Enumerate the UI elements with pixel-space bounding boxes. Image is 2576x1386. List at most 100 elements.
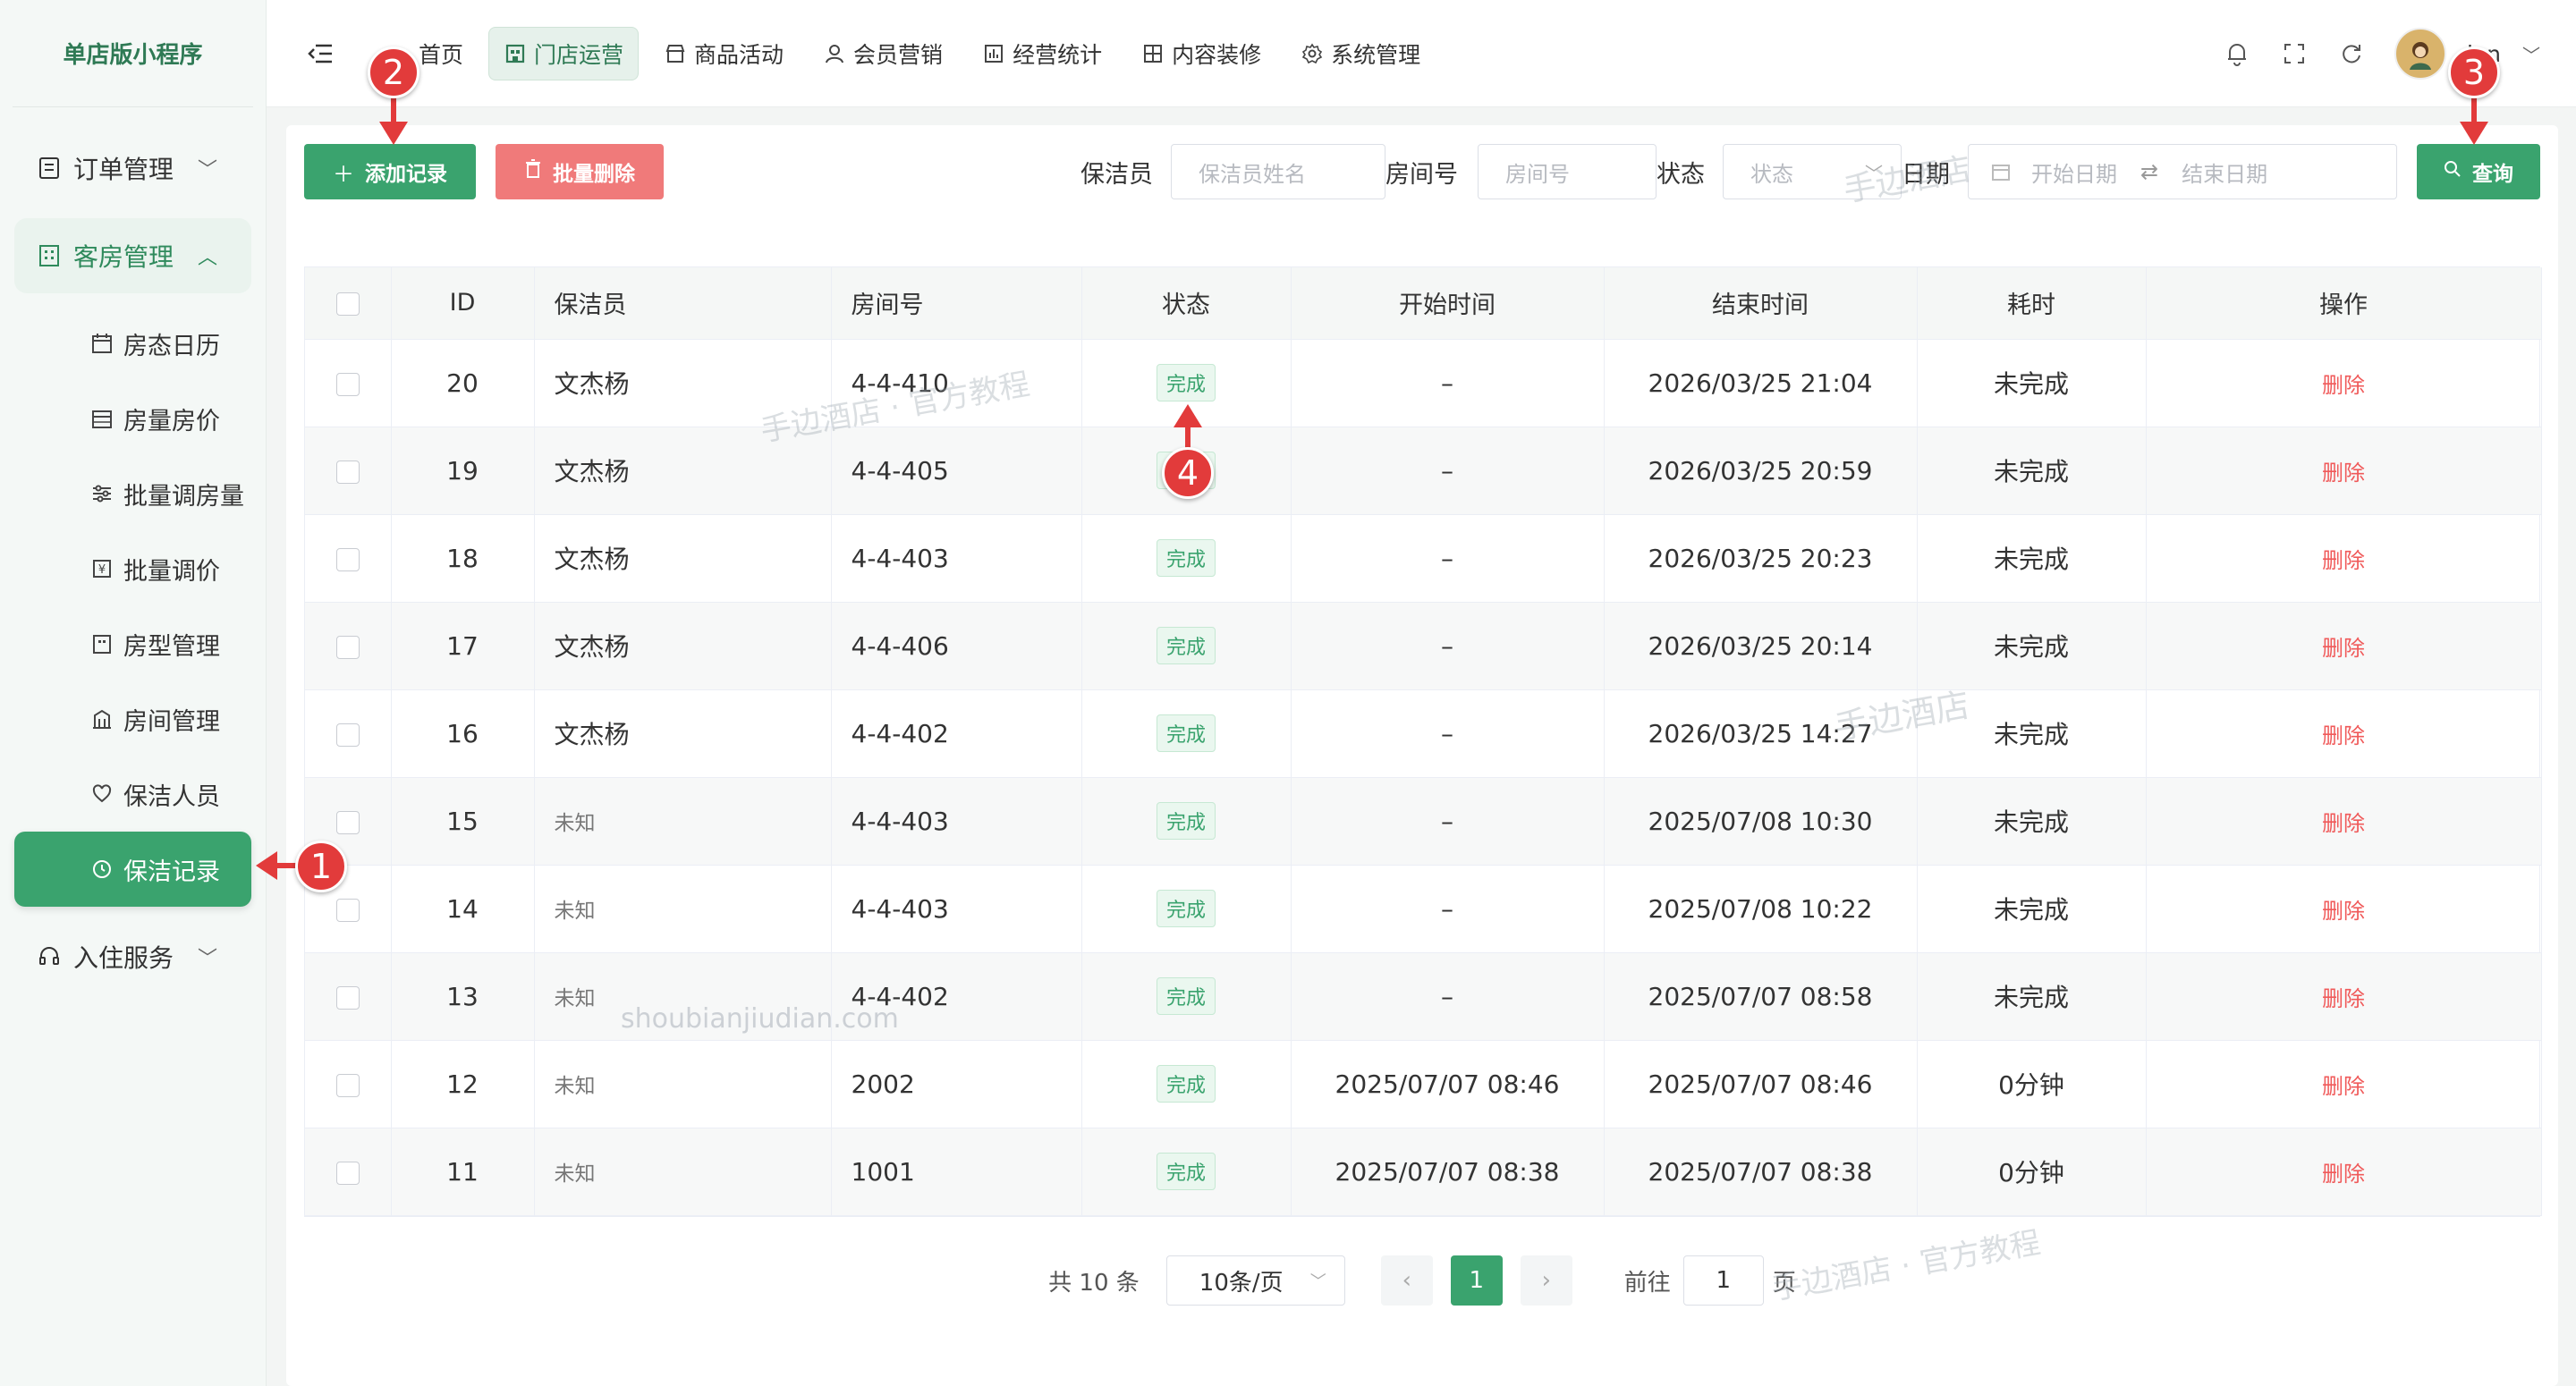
date-range-picker[interactable]: 开始日期 ⇄ 结束日期 — [1968, 144, 2397, 199]
cell-end-time: 2025/07/07 08:38 — [1604, 1128, 1918, 1216]
nav-membership[interactable]: 会员营销 — [809, 27, 957, 80]
refresh-icon[interactable] — [2335, 38, 2368, 70]
row-checkbox[interactable] — [305, 1040, 392, 1128]
delete-link[interactable]: 删除 — [2322, 1074, 2365, 1099]
delete-link[interactable]: 删除 — [2322, 461, 2365, 486]
nav-statistics[interactable]: 经营统计 — [968, 27, 1116, 80]
cell-room: 2002 — [831, 1040, 1082, 1128]
chevron-right-icon: › — [1541, 1267, 1551, 1294]
table-body: 20 文杰杨 4-4-410 完成 –2026/03/25 21:04 未完成 删除 19 文杰… — [305, 339, 2542, 1216]
cell-start-time: – — [1291, 339, 1605, 427]
cell-action: 删除 — [2146, 952, 2542, 1041]
sidebar-group-rooms[interactable]: 客房管理 ︿ — [14, 218, 251, 293]
cell-id: 19 — [391, 427, 535, 515]
delete-link[interactable]: 删除 — [2322, 811, 2365, 836]
prev-page-button[interactable]: ‹ — [1380, 1255, 1433, 1306]
cell-action: 删除 — [2146, 865, 2542, 953]
query-button[interactable]: 查询 — [2417, 144, 2540, 199]
button-label: 批量删除 — [553, 162, 635, 185]
fullscreen-icon[interactable] — [2278, 38, 2310, 70]
row-checkbox[interactable] — [305, 689, 392, 778]
nav-label: 内容装修 — [1172, 41, 1262, 68]
date-end-input[interactable]: 结束日期 — [2182, 156, 2267, 188]
sidebar-item-room-types[interactable]: 房型管理 — [14, 606, 251, 681]
room-number-input[interactable]: 房间号 — [1478, 144, 1657, 199]
sidebar-item-label: 房量房价 — [123, 407, 220, 435]
cleaner-name-input[interactable]: 保洁员姓名 — [1171, 144, 1385, 199]
cell-room: 4-4-406 — [831, 602, 1082, 690]
delete-link[interactable]: 删除 — [2322, 636, 2365, 661]
delete-link[interactable]: 删除 — [2322, 899, 2365, 924]
add-record-button[interactable]: ＋ 添加记录 — [304, 144, 476, 199]
cell-id: 14 — [391, 865, 535, 953]
sidebar-item-batch-price[interactable]: ¥ 批量调价 — [14, 531, 251, 606]
shop-icon — [664, 42, 687, 65]
row-checkbox[interactable] — [305, 514, 392, 603]
sidebar-group-orders[interactable]: 订单管理 ﹀ — [14, 131, 251, 206]
column-header: ID — [391, 267, 535, 340]
cell-duration: 0分钟 — [1917, 1128, 2147, 1216]
select-all-checkbox[interactable] — [305, 267, 392, 340]
user-icon — [823, 42, 846, 65]
cell-duration: 未完成 — [1917, 952, 2147, 1041]
table-row: 19文杰杨4-4-405完成–2026/03/25 20:59未完成删除 — [305, 427, 2542, 515]
sidebar-item-cleaning-records[interactable]: 保洁记录 — [14, 832, 251, 907]
next-page-button[interactable]: › — [1520, 1255, 1572, 1306]
column-header: 开始时间 — [1291, 267, 1605, 340]
delete-link[interactable]: 删除 — [2322, 1162, 2365, 1187]
chevron-down-icon: ﹀ — [197, 948, 217, 970]
sidebar-item-batch-inventory[interactable]: 批量调房量 — [14, 456, 251, 531]
cell-end-time: 2026/03/25 20:23 — [1604, 514, 1918, 603]
table-row: 15 未知 4-4-403 完成 –2025/07/08 10:30 未完成 删除 — [305, 777, 2542, 866]
sidebar-item-cleaners[interactable]: 保洁人员 — [14, 756, 251, 832]
nav-system[interactable]: 系统管理 — [1286, 27, 1435, 80]
button-label: 添加记录 — [365, 162, 447, 185]
cell-action: 删除 — [2146, 777, 2542, 866]
delete-link[interactable]: 删除 — [2322, 548, 2365, 573]
status-select-placeholder: 状态 — [1750, 161, 1793, 187]
avatar[interactable] — [2394, 28, 2446, 80]
store-icon — [504, 42, 527, 65]
nav-store-operations[interactable]: 门店运营 — [488, 26, 640, 80]
page-number-button[interactable]: 1 — [1450, 1255, 1503, 1306]
filter-bar: 保洁员 保洁员姓名 房间号 房间号 状态 状态 ﹀ 日期 开始日期 ⇄ 结束日期… — [1080, 143, 2540, 200]
sidebar-group-checkin[interactable]: 入住服务 ﹀ — [14, 919, 251, 994]
cell-id: 12 — [391, 1040, 535, 1128]
cell-start-time: – — [1291, 602, 1605, 690]
sidebar-item-room-calendar[interactable]: 房态日历 — [14, 306, 251, 381]
cell-duration: 未完成 — [1917, 427, 2147, 515]
cell-start-time: – — [1291, 689, 1605, 778]
collapse-menu-icon[interactable] — [302, 36, 338, 72]
cell-end-time: 2026/03/25 20:14 — [1604, 602, 1918, 690]
cell-status: 完成 — [1081, 865, 1292, 953]
delete-link[interactable]: 删除 — [2322, 373, 2365, 398]
nav-products[interactable]: 商品活动 — [649, 27, 798, 80]
toolbar: ＋ 添加记录 批量删除 保洁员 保洁员姓名 房间号 房间号 状态 状态 ﹀ 日期… — [304, 143, 2540, 200]
bell-icon[interactable] — [2221, 38, 2253, 70]
batch-delete-button[interactable]: 批量删除 — [496, 144, 664, 199]
delete-link[interactable]: 删除 — [2322, 723, 2365, 748]
row-checkbox[interactable] — [305, 1128, 392, 1216]
cell-action: 删除 — [2146, 1040, 2542, 1128]
row-checkbox[interactable] — [305, 602, 392, 690]
chevron-down-icon[interactable]: ﹀ — [2522, 41, 2540, 67]
annotation-arrow — [379, 93, 408, 145]
nav-decoration[interactable]: 内容装修 — [1127, 27, 1275, 80]
row-checkbox[interactable] — [305, 427, 392, 515]
delete-link[interactable]: 删除 — [2322, 986, 2365, 1011]
sidebar-item-label: 批量调房量 — [123, 482, 244, 511]
page-size-select[interactable]: 10条/页 ﹀ — [1165, 1255, 1345, 1306]
sidebar-item-room-price[interactable]: 房量房价 — [14, 381, 251, 456]
bar-chart-icon — [982, 42, 1005, 65]
goto-page-input[interactable]: 1 — [1682, 1255, 1764, 1306]
nav-label: 经营统计 — [1013, 41, 1103, 68]
column-header: 房间号 — [831, 267, 1082, 340]
top-header: 首页 门店运营 商品活动 会员营销 经营统计 内容装修 系统管理 ﹀ — [267, 0, 2576, 107]
sidebar-item-rooms[interactable]: 房间管理 — [14, 681, 251, 756]
cell-duration: 未完成 — [1917, 865, 2147, 953]
records-table: ID 保洁员 房间号 状态 开始时间 结束时间 耗时 操作 20 文杰杨 4-4-4… — [304, 266, 2542, 1217]
row-checkbox[interactable] — [305, 339, 392, 427]
row-checkbox[interactable] — [305, 952, 392, 1041]
date-start-input[interactable]: 开始日期 — [2031, 156, 2117, 188]
table-row: 18 文杰杨 4-4-403 完成 –2026/03/25 20:23 未完成 删除 — [305, 514, 2542, 603]
